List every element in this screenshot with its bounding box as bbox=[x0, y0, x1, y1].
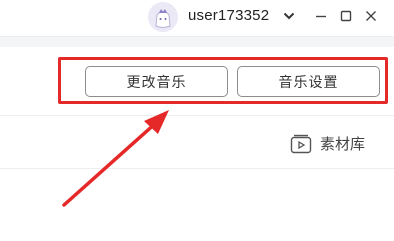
red-arrow-annotation bbox=[62, 110, 169, 207]
